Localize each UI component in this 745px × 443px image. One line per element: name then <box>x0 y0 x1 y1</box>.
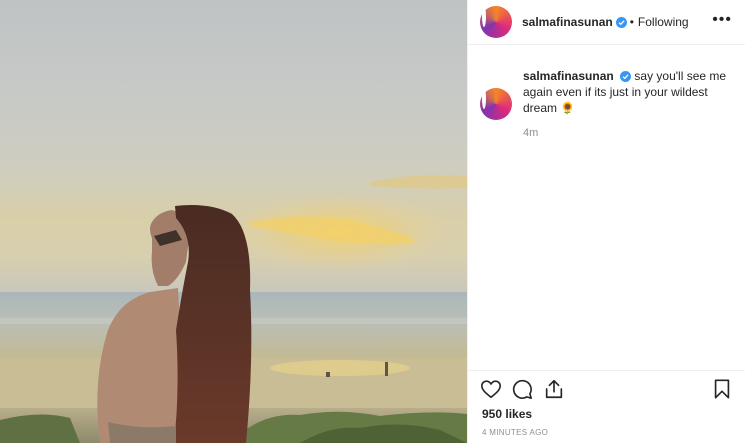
post-header: salmafinasunan • Following ••• <box>468 0 745 45</box>
post-card: salmafinasunan • Following ••• salmafina… <box>0 0 745 443</box>
post-side-panel: salmafinasunan • Following ••• salmafina… <box>467 0 745 443</box>
likes-count[interactable]: 950 likes <box>482 407 532 421</box>
verified-badge-icon <box>615 16 627 28</box>
post-photo[interactable] <box>0 0 467 443</box>
header-username[interactable]: salmafinasunan <box>522 15 613 29</box>
comment-icon[interactable] <box>511 378 533 400</box>
post-timestamp[interactable]: 4 MINUTES AGO <box>482 428 548 437</box>
caption-age: 4m <box>523 127 539 139</box>
avatar-image <box>482 6 486 27</box>
avatar-image <box>482 88 486 109</box>
caption-comment: salmafinasunan say you'll see me again e… <box>480 68 736 139</box>
heart-icon[interactable] <box>480 378 502 400</box>
header-separator: • <box>629 15 634 29</box>
caption-avatar[interactable] <box>480 88 512 120</box>
caption-body: salmafinasunan say you'll see me again e… <box>523 68 736 116</box>
avatar[interactable] <box>480 6 512 38</box>
more-options-icon[interactable]: ••• <box>712 10 732 30</box>
bookmark-icon[interactable] <box>711 378 733 400</box>
action-bar <box>468 370 745 406</box>
verified-badge-icon <box>620 71 632 83</box>
share-icon[interactable] <box>543 378 565 400</box>
photo-scene <box>0 174 467 443</box>
following-button[interactable]: Following <box>638 15 689 29</box>
caption-username[interactable]: salmafinasunan <box>523 69 614 83</box>
